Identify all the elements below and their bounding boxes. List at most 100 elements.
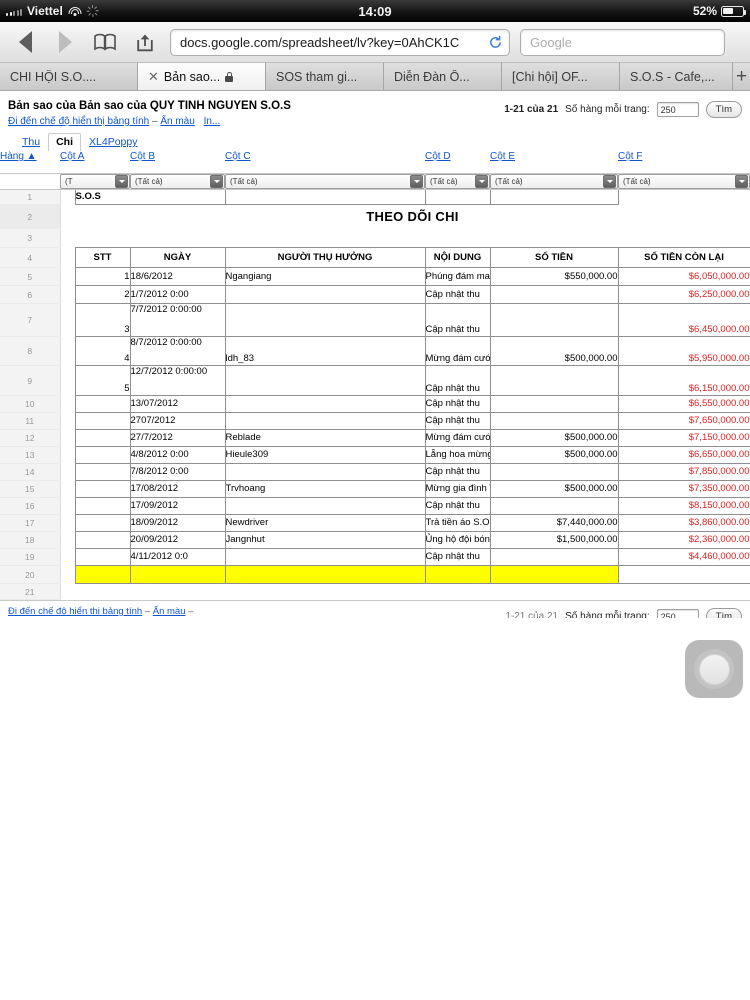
col-link-a[interactable]: Cột A [60,151,84,162]
forward-button[interactable] [50,29,80,55]
cell-stt: 1 [74,267,131,286]
table-row[interactable]: 1 S.O.S [0,189,750,205]
cell-conlai: $7,350,000.00 [617,480,750,498]
cell-conlai: $6,150,000.00 [617,365,750,396]
assistive-touch-button[interactable] [685,640,743,698]
table-row[interactable]: 5 1 18/6/2012 Ngangiang Phúng đám ma Thâ… [0,267,750,286]
cell-sotien [489,548,619,566]
table-row[interactable]: 2 THEO DÕI CHI [0,204,750,229]
browser-tab-4[interactable]: Diễn Đàn Ô... [384,62,502,90]
table-row[interactable]: 9 5 12/7/2012 0:00:00 Cập nhật thu $6,15… [0,365,750,396]
table-row[interactable]: 6 2 1/7/2012 0:00 Cập nhật thu $6,250,00… [0,285,750,304]
sheet-tab-chi[interactable]: Chi [48,133,82,151]
table-header-row[interactable]: 4 STT NGÀY NGƯỜI THỤ HƯỞNG NỘI DUNG SỐ T… [0,247,750,268]
lock-icon [225,71,234,82]
find-button[interactable]: Tìm [705,101,742,118]
row-sort-link[interactable]: Hàng ▲ [0,151,37,162]
col-link-d[interactable]: Cột D [425,151,451,162]
cell-spacer [60,336,75,366]
table-row[interactable]: 10 13/07/2012 Cập nhật thu $6,550,000.00 [0,395,750,413]
cell-spacer [60,480,75,498]
cell-ngay: 17/08/2012 [129,480,226,498]
chevron-down-icon[interactable] [410,175,423,188]
cell-g [618,189,750,205]
filter-cell-d[interactable]: (Tất cả) [425,173,490,190]
cell-spacer [60,395,75,413]
col-link-c[interactable]: Cột C [225,151,251,162]
table-row-highlighted[interactable]: 20 [0,565,750,584]
cell-ngay: 12/7/2012 0:00:00 [129,365,226,396]
back-button[interactable] [10,29,40,55]
browser-tab-2-active[interactable]: ✕ Bản sao... [138,62,266,90]
filter-cell-e[interactable]: (Tất cả) [490,173,618,190]
chevron-down-icon[interactable] [603,175,616,188]
filter-cell-a[interactable]: (T [60,173,130,190]
cell-nguoi [224,565,426,584]
filter-value-a: (T [65,177,73,186]
print-link[interactable]: In... [204,116,221,127]
sheet-tab-thu[interactable]: Thu [14,134,48,151]
browser-tab-6[interactable]: S.O.S - Cafe,... [620,62,733,90]
url-bar[interactable]: docs.google.com/spreadsheet/lv?key=0AhCK… [170,28,510,56]
cell-spacer [60,303,75,337]
table-row[interactable]: 8 4 8/7/2012 0:00:00 ldh_83 Mừng đám cướ… [0,336,750,366]
table-row[interactable]: 16 17/09/2012 Cập nhật thu $8,150,000.00 [0,497,750,515]
rows-per-page-input[interactable] [656,102,699,117]
col-link-b[interactable]: Cột B [130,151,155,162]
cell-ngay: 2707/2012 [129,412,226,430]
cell-noidung: Cập nhật thu [424,303,491,337]
search-input[interactable]: Google [520,28,725,56]
cell-f [618,583,750,600]
table-row[interactable]: 13 4/8/2012 0:00 Hieule309 Lẵng hoa mừng… [0,446,750,464]
browser-tab-3[interactable]: SOS tham gi... [266,62,384,90]
table-row[interactable]: 21 [0,583,750,600]
reload-icon[interactable] [488,35,503,50]
cell-f [618,228,750,248]
cell-spacer [60,285,75,304]
cell-nguoi [224,285,426,304]
spreadsheet-view-link[interactable]: Đi đến chế độ hiển thị bảng tính [8,116,149,127]
cell-sotien [489,463,619,481]
col-head-noidung: NỘI DUNG [424,247,491,268]
row-number: 13 [0,446,61,464]
footer-spreadsheet-view-link[interactable]: Đi đến chế độ hiển thị bảng tính [8,606,142,617]
rows-per-page-label: Số hàng mỗi trang: [565,104,650,115]
cell-nguoi: ldh_83 [224,336,426,366]
chevron-down-icon[interactable] [475,175,488,188]
tab-label: S.O.S - Cafe,... [630,69,715,84]
filter-cell-c[interactable]: (Tất cả) [225,173,425,190]
footer-hide-color-link[interactable]: Ẩn màu [153,606,186,617]
cell-b [130,583,225,600]
chevron-down-icon[interactable] [210,175,223,188]
cell-ngay: 18/6/2012 [129,267,226,286]
table-row[interactable]: 7 3 7/7/2012 0:00:00 Cập nhật thu $6,450… [0,303,750,337]
table-row[interactable]: 14 7/8/2012 0:00 Cập nhật thu $7,850,000… [0,463,750,481]
hide-color-link[interactable]: Ẩn màu [160,116,194,127]
table-row[interactable]: 15 17/08/2012 Trvhoang Mừng gia đình Trv… [0,480,750,498]
chevron-down-icon[interactable] [735,175,748,188]
table-row[interactable]: 12 27/7/2012 Reblade Mừng đám cưới Rdbla… [0,429,750,447]
row-number: 9 [0,365,61,396]
filter-spacer [0,173,60,190]
table-row[interactable]: 19 4/11/2012 0:0 Cập nhật thu $4,460,000… [0,548,750,566]
chevron-down-icon[interactable] [115,175,128,188]
cell-conlai: $2,360,000.00 [617,531,750,549]
share-icon[interactable] [130,29,160,55]
bookmarks-icon[interactable] [90,29,120,55]
close-icon[interactable]: ✕ [148,70,159,83]
col-link-f[interactable]: Cột F [618,151,642,162]
table-row[interactable]: 17 18/09/2012 Newdriver Trả tiền áo S.O.… [0,514,750,532]
table-row[interactable]: 11 2707/2012 Cập nhật thu $7,650,000.00 [0,412,750,430]
filter-cell-f[interactable]: (Tất cả) [618,173,750,190]
filter-cell-b[interactable]: (Tất cả) [130,173,225,190]
browser-tab-5[interactable]: [Chi hội] OF... [502,62,620,90]
new-tab-button[interactable]: + [733,62,750,90]
row-number: 2 [0,204,61,229]
cell-spacer [60,247,75,268]
browser-tab-1[interactable]: CHI HỘI S.O.... [0,62,138,90]
col-link-e[interactable]: Cột E [490,151,515,162]
table-row[interactable]: 18 20/09/2012 Jangnhut Ủng hộ đội bóng S… [0,531,750,549]
ios-status-bar: Viettel 14:09 52% [0,0,750,22]
table-row[interactable]: 3 [0,228,750,248]
sheet-tab-xl4poppy[interactable]: XL4Poppy [81,134,145,151]
